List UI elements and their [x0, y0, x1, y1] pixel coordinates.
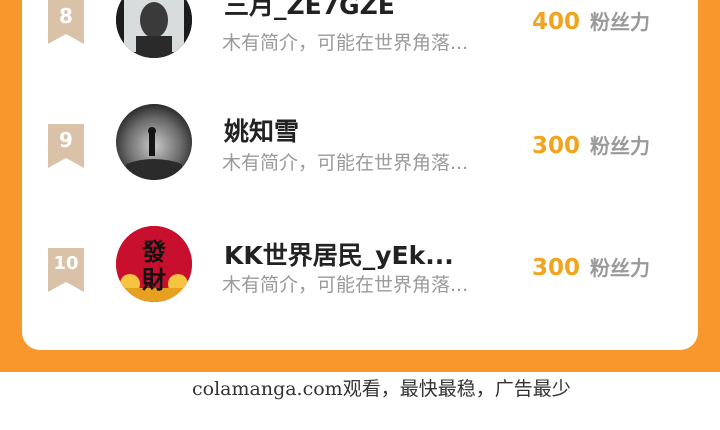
- footer-text: colamanga.com观看，最快最稳，广告最少: [192, 378, 571, 400]
- list-item[interactable]: 10 發 財 KK世界居民_yEk... 木有简介，可能在世界角落... 300…: [22, 214, 698, 314]
- rank-badge: 9: [48, 124, 84, 168]
- list-item[interactable]: 9 姚知雪 木有简介，可能在世界角落... 300 粉丝力: [22, 92, 698, 192]
- rank-number: 9: [59, 128, 73, 152]
- list-item[interactable]: 8 三月_ZE7GZE 木有简介，可能在世界角落... 400 粉丝力: [22, 0, 698, 62]
- svg-text:發: 發: [141, 238, 166, 266]
- user-bio: 木有简介，可能在世界角落...: [222, 32, 469, 54]
- fans-count: 300 粉丝力: [532, 252, 650, 281]
- rank-badge: 10: [48, 248, 84, 292]
- portrait-avatar-icon: [116, 0, 192, 58]
- fans-label: 粉丝力: [590, 256, 651, 280]
- rank-badge: 8: [48, 0, 84, 44]
- rank-number: 10: [53, 253, 79, 274]
- fans-number: 300: [532, 133, 581, 159]
- fans-count: 400 粉丝力: [532, 6, 650, 35]
- svg-text:財: 財: [142, 266, 166, 294]
- rank-number: 8: [59, 4, 73, 28]
- fans-label: 粉丝力: [590, 10, 651, 34]
- fans-count: 300 粉丝力: [532, 130, 650, 159]
- fans-label: 粉丝力: [590, 134, 651, 158]
- username[interactable]: 姚知雪: [224, 112, 299, 148]
- user-bio: 木有简介，可能在世界角落...: [222, 274, 469, 296]
- avatar[interactable]: 發 財: [116, 226, 192, 302]
- user-bio: 木有简介，可能在世界角落...: [222, 152, 469, 174]
- username[interactable]: KK世界居民_yEk...: [224, 236, 454, 272]
- avatar[interactable]: [116, 0, 192, 58]
- username[interactable]: 三月_ZE7GZE: [224, 0, 395, 22]
- avatar[interactable]: [116, 104, 192, 180]
- fans-number: 400: [532, 9, 581, 35]
- ranking-card: 8 三月_ZE7GZE 木有简介，可能在世界角落... 400 粉丝力 9 姚知…: [22, 0, 698, 350]
- misty-figure-avatar-icon: [116, 104, 192, 180]
- fans-number: 300: [532, 255, 581, 281]
- fa-cai-avatar-icon: 發 財: [116, 226, 192, 302]
